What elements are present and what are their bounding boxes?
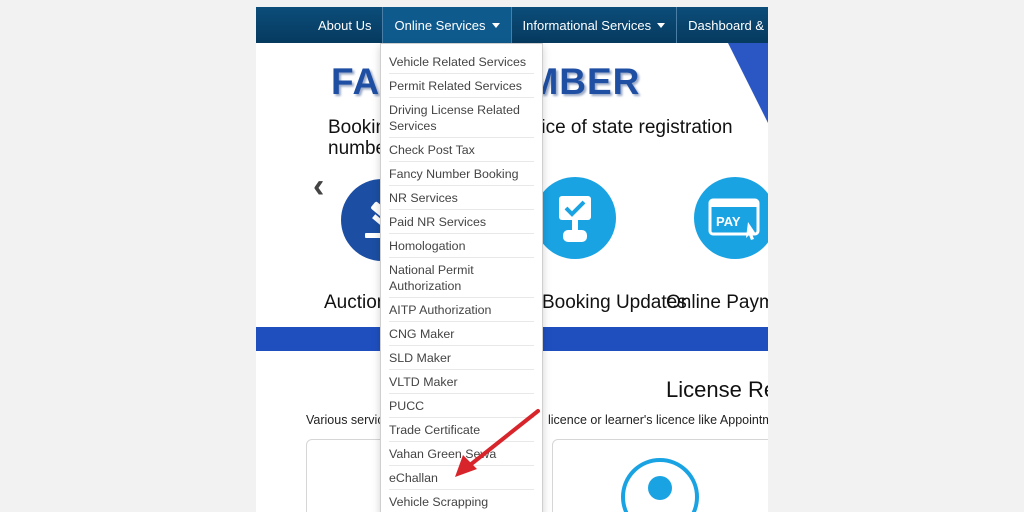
nav-informational-services-label: Informational Services (522, 17, 652, 33)
online-payment-feature-circle[interactable]: PAY (694, 177, 768, 259)
feature-caption-online-payment: Online Payment (666, 292, 768, 313)
carousel-prev-arrow-icon[interactable]: ‹ (313, 167, 324, 206)
user-silhouette-icon (648, 476, 672, 500)
dropdown-item[interactable]: Check Post Tax (389, 138, 534, 162)
dropdown-item[interactable]: CNG Maker (389, 322, 534, 346)
decorative-corner-shape (728, 43, 768, 123)
dropdown-item[interactable]: VLTD Maker (389, 370, 534, 394)
nav-dashboard-reports-label: Dashboard & Reports (688, 17, 768, 33)
browser-screenshot: About Us Online Services Informational S… (256, 7, 768, 512)
checkmark-sign-icon (559, 196, 591, 242)
dropdown-item[interactable]: Driving License Related Services (389, 98, 534, 138)
dropdown-item[interactable]: SLD Maker (389, 346, 534, 370)
nav-informational-services[interactable]: Informational Services (512, 7, 678, 43)
dropdown-item[interactable]: eChallan (389, 466, 534, 490)
caret-down-icon (491, 22, 500, 28)
dropdown-item[interactable]: NR Services (389, 186, 534, 210)
page-background: About Us Online Services Informational S… (0, 0, 1024, 512)
dropdown-item[interactable]: PUCC (389, 394, 534, 418)
nav-online-services[interactable]: Online Services (383, 7, 512, 43)
dropdown-item[interactable]: AITP Authorization (389, 298, 534, 322)
dropdown-item[interactable]: Vehicle Scrapping (389, 490, 534, 512)
nav-about-us-label: About Us (318, 17, 372, 33)
license-description-right: licence or learner's licence like Appoin… (548, 413, 768, 427)
nav-dashboard-reports[interactable]: Dashboard & Reports (677, 7, 768, 43)
nav-about-us[interactable]: About Us (256, 7, 384, 43)
dropdown-item[interactable]: National Permit Authorization (389, 258, 534, 298)
service-card[interactable] (552, 439, 768, 512)
dropdown-item[interactable]: Trade Certificate (389, 418, 534, 442)
dropdown-item[interactable]: Vahan Green Sewa (389, 442, 534, 466)
booking-updates-feature-circle[interactable] (534, 177, 616, 259)
main-nav: About Us Online Services Informational S… (256, 7, 768, 43)
dropdown-item[interactable]: Paid NR Services (389, 210, 534, 234)
feature-caption-auction: Auction (324, 292, 388, 313)
dropdown-item[interactable]: Permit Related Services (389, 74, 534, 98)
user-avatar-icon (621, 458, 699, 512)
dropdown-item[interactable]: Fancy Number Booking (389, 162, 534, 186)
pay-screen-icon: PAY (708, 198, 760, 240)
pay-icon-text: PAY (716, 214, 741, 229)
dropdown-item[interactable]: Vehicle Related Services (389, 50, 534, 74)
dropdown-item[interactable]: Homologation (389, 234, 534, 258)
caret-down-icon (657, 22, 666, 28)
online-services-dropdown: Vehicle Related Services Permit Related S… (380, 43, 543, 512)
license-section-title: License Related Services (666, 377, 768, 402)
nav-online-services-label: Online Services (394, 17, 486, 33)
feature-caption-booking-updates: Booking Updates (542, 292, 687, 313)
